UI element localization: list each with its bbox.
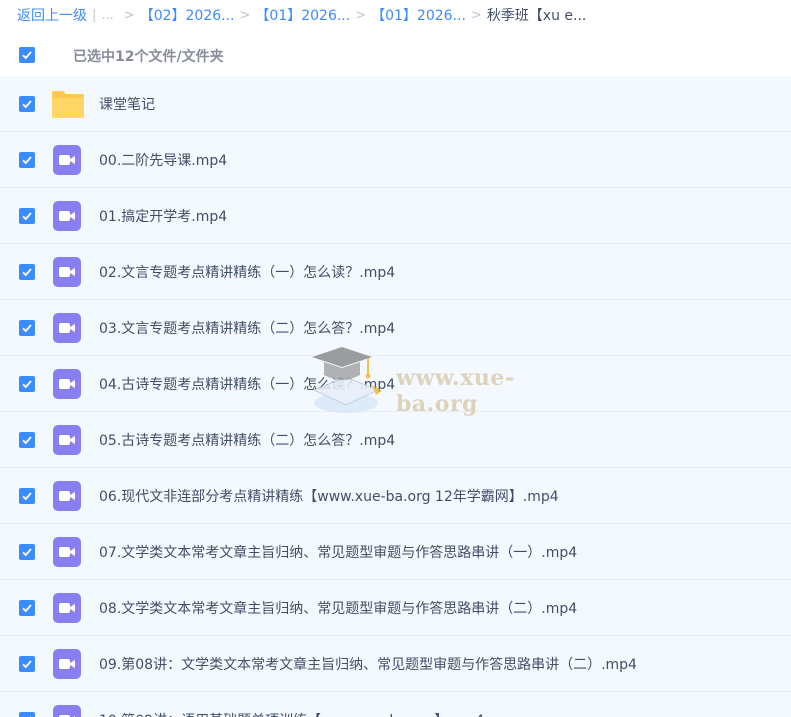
back-link[interactable]: 返回上一级 [17,5,87,25]
checkmark-icon [22,212,32,221]
file-checkbox[interactable] [19,488,35,504]
file-row[interactable]: 00.二阶先导课.mp4 [0,132,791,188]
file-row[interactable]: 08.文学类文本常考文章主旨归纳、常见题型审题与作答思路串讲（二）.mp4 [0,580,791,636]
chevron-right-icon: > [355,7,367,23]
video-file-icon [53,201,81,231]
camera-icon [59,211,75,221]
file-name[interactable]: 02.文言专题考点精讲精练（一）怎么读？.mp4 [99,262,395,282]
video-file-icon [53,593,81,623]
file-name[interactable]: 07.文学类文本常考文章主旨归纳、常见题型审题与作答思路串讲（一）.mp4 [99,542,577,562]
camera-icon [59,715,75,717]
file-row[interactable]: 05.古诗专题考点精讲精练（二）怎么答？.mp4 [0,412,791,468]
chevron-right-icon: > [470,7,482,23]
checkmark-icon [22,604,32,613]
file-name[interactable]: 06.现代文非连部分考点精讲精练【www.xue-ba.org 12年学霸网】.… [99,486,559,506]
file-name[interactable]: 00.二阶先导课.mp4 [99,150,227,170]
file-checkbox[interactable] [19,376,35,392]
select-all-checkbox[interactable] [19,47,35,63]
checkmark-icon [22,156,32,165]
file-name[interactable]: 课堂笔记 [99,94,155,114]
checkmark-icon [22,100,32,109]
video-file-icon [53,481,81,511]
file-checkbox[interactable] [19,712,35,717]
breadcrumb-item-1[interactable]: 【02】2026... [140,5,235,25]
camera-icon [59,491,75,501]
file-row[interactable]: 06.现代文非连部分考点精讲精练【www.xue-ba.org 12年学霸网】.… [0,468,791,524]
selection-count-label: 已选中12个文件/文件夹 [73,49,224,65]
file-row[interactable]: 课堂笔记 [0,76,791,132]
camera-icon [59,379,75,389]
file-name[interactable]: 03.文言专题考点精讲精练（二）怎么答？.mp4 [99,318,395,338]
file-checkbox[interactable] [19,264,35,280]
file-row[interactable]: 01.搞定开学考.mp4 [0,188,791,244]
video-file-icon [53,537,81,567]
file-checkbox[interactable] [19,152,35,168]
breadcrumb-divider: | [92,7,97,23]
file-checkbox[interactable] [19,544,35,560]
chevron-right-icon: > [239,7,251,23]
file-checkbox[interactable] [19,432,35,448]
file-name[interactable]: 09.第08讲：文学类文本常考文章主旨归纳、常见题型审题与作答思路串讲（二）.m… [99,654,637,674]
file-row[interactable]: 03.文言专题考点精讲精练（二）怎么答？.mp4 [0,300,791,356]
file-row[interactable]: 04.古诗专题考点精讲精练（一）怎么读？.mp4 [0,356,791,412]
file-checkbox[interactable] [19,656,35,672]
video-file-icon [53,257,81,287]
video-file-icon [53,313,81,343]
file-checkbox[interactable] [19,96,35,112]
breadcrumb-current: 秋季班【xu e... [486,8,587,24]
checkmark-icon [22,324,32,333]
checkmark-icon [22,436,32,445]
file-checkbox[interactable] [19,320,35,336]
breadcrumb-item-3[interactable]: 【01】2026... [371,5,466,25]
video-file-icon [53,705,81,717]
file-row[interactable]: 10.第09讲：语用基础题单项训练【www.xue-ba.org】.mp4 [0,692,791,717]
video-file-icon [53,369,81,399]
selection-bar: 已选中12个文件/文件夹 [0,38,791,74]
breadcrumb-ellipsis[interactable]: ... [101,8,113,23]
file-list: 课堂笔记 00.二阶先导课.mp4 01.搞定开学考.mp4 02.文言专题考点精讲精… [0,76,791,717]
file-name[interactable]: 10.第09讲：语用基础题单项训练【www.xue-ba.org】.mp4 [99,710,484,717]
camera-icon [59,603,75,613]
file-row[interactable]: 02.文言专题考点精讲精练（一）怎么读？.mp4 [0,244,791,300]
camera-icon [59,435,75,445]
video-file-icon [53,425,81,455]
file-name[interactable]: 08.文学类文本常考文章主旨归纳、常见题型审题与作答思路串讲（二）.mp4 [99,598,577,618]
file-row[interactable]: 07.文学类文本常考文章主旨归纳、常见题型审题与作答思路串讲（一）.mp4 [0,524,791,580]
camera-icon [59,323,75,333]
chevron-right-icon: > [123,7,135,23]
checkmark-icon [22,660,32,669]
camera-icon [59,547,75,557]
file-name[interactable]: 04.古诗专题考点精讲精练（一）怎么读？.mp4 [99,374,395,394]
file-name[interactable]: 01.搞定开学考.mp4 [99,206,227,226]
checkmark-icon [22,268,32,277]
camera-icon [59,155,75,165]
file-checkbox[interactable] [19,600,35,616]
breadcrumb: 返回上一级 | ... > 【02】2026... > 【01】2026... … [0,0,791,30]
file-name[interactable]: 05.古诗专题考点精讲精练（二）怎么答？.mp4 [99,430,395,450]
folder-icon [52,91,84,118]
checkmark-icon [22,548,32,557]
camera-icon [59,267,75,277]
camera-icon [59,659,75,669]
file-row[interactable]: 09.第08讲：文学类文本常考文章主旨归纳、常见题型审题与作答思路串讲（二）.m… [0,636,791,692]
checkmark-icon [22,380,32,389]
checkmark-icon [22,51,32,60]
file-checkbox[interactable] [19,208,35,224]
checkmark-icon [22,492,32,501]
breadcrumb-item-2[interactable]: 【01】2026... [255,5,350,25]
video-file-icon [53,649,81,679]
video-file-icon [53,145,81,175]
